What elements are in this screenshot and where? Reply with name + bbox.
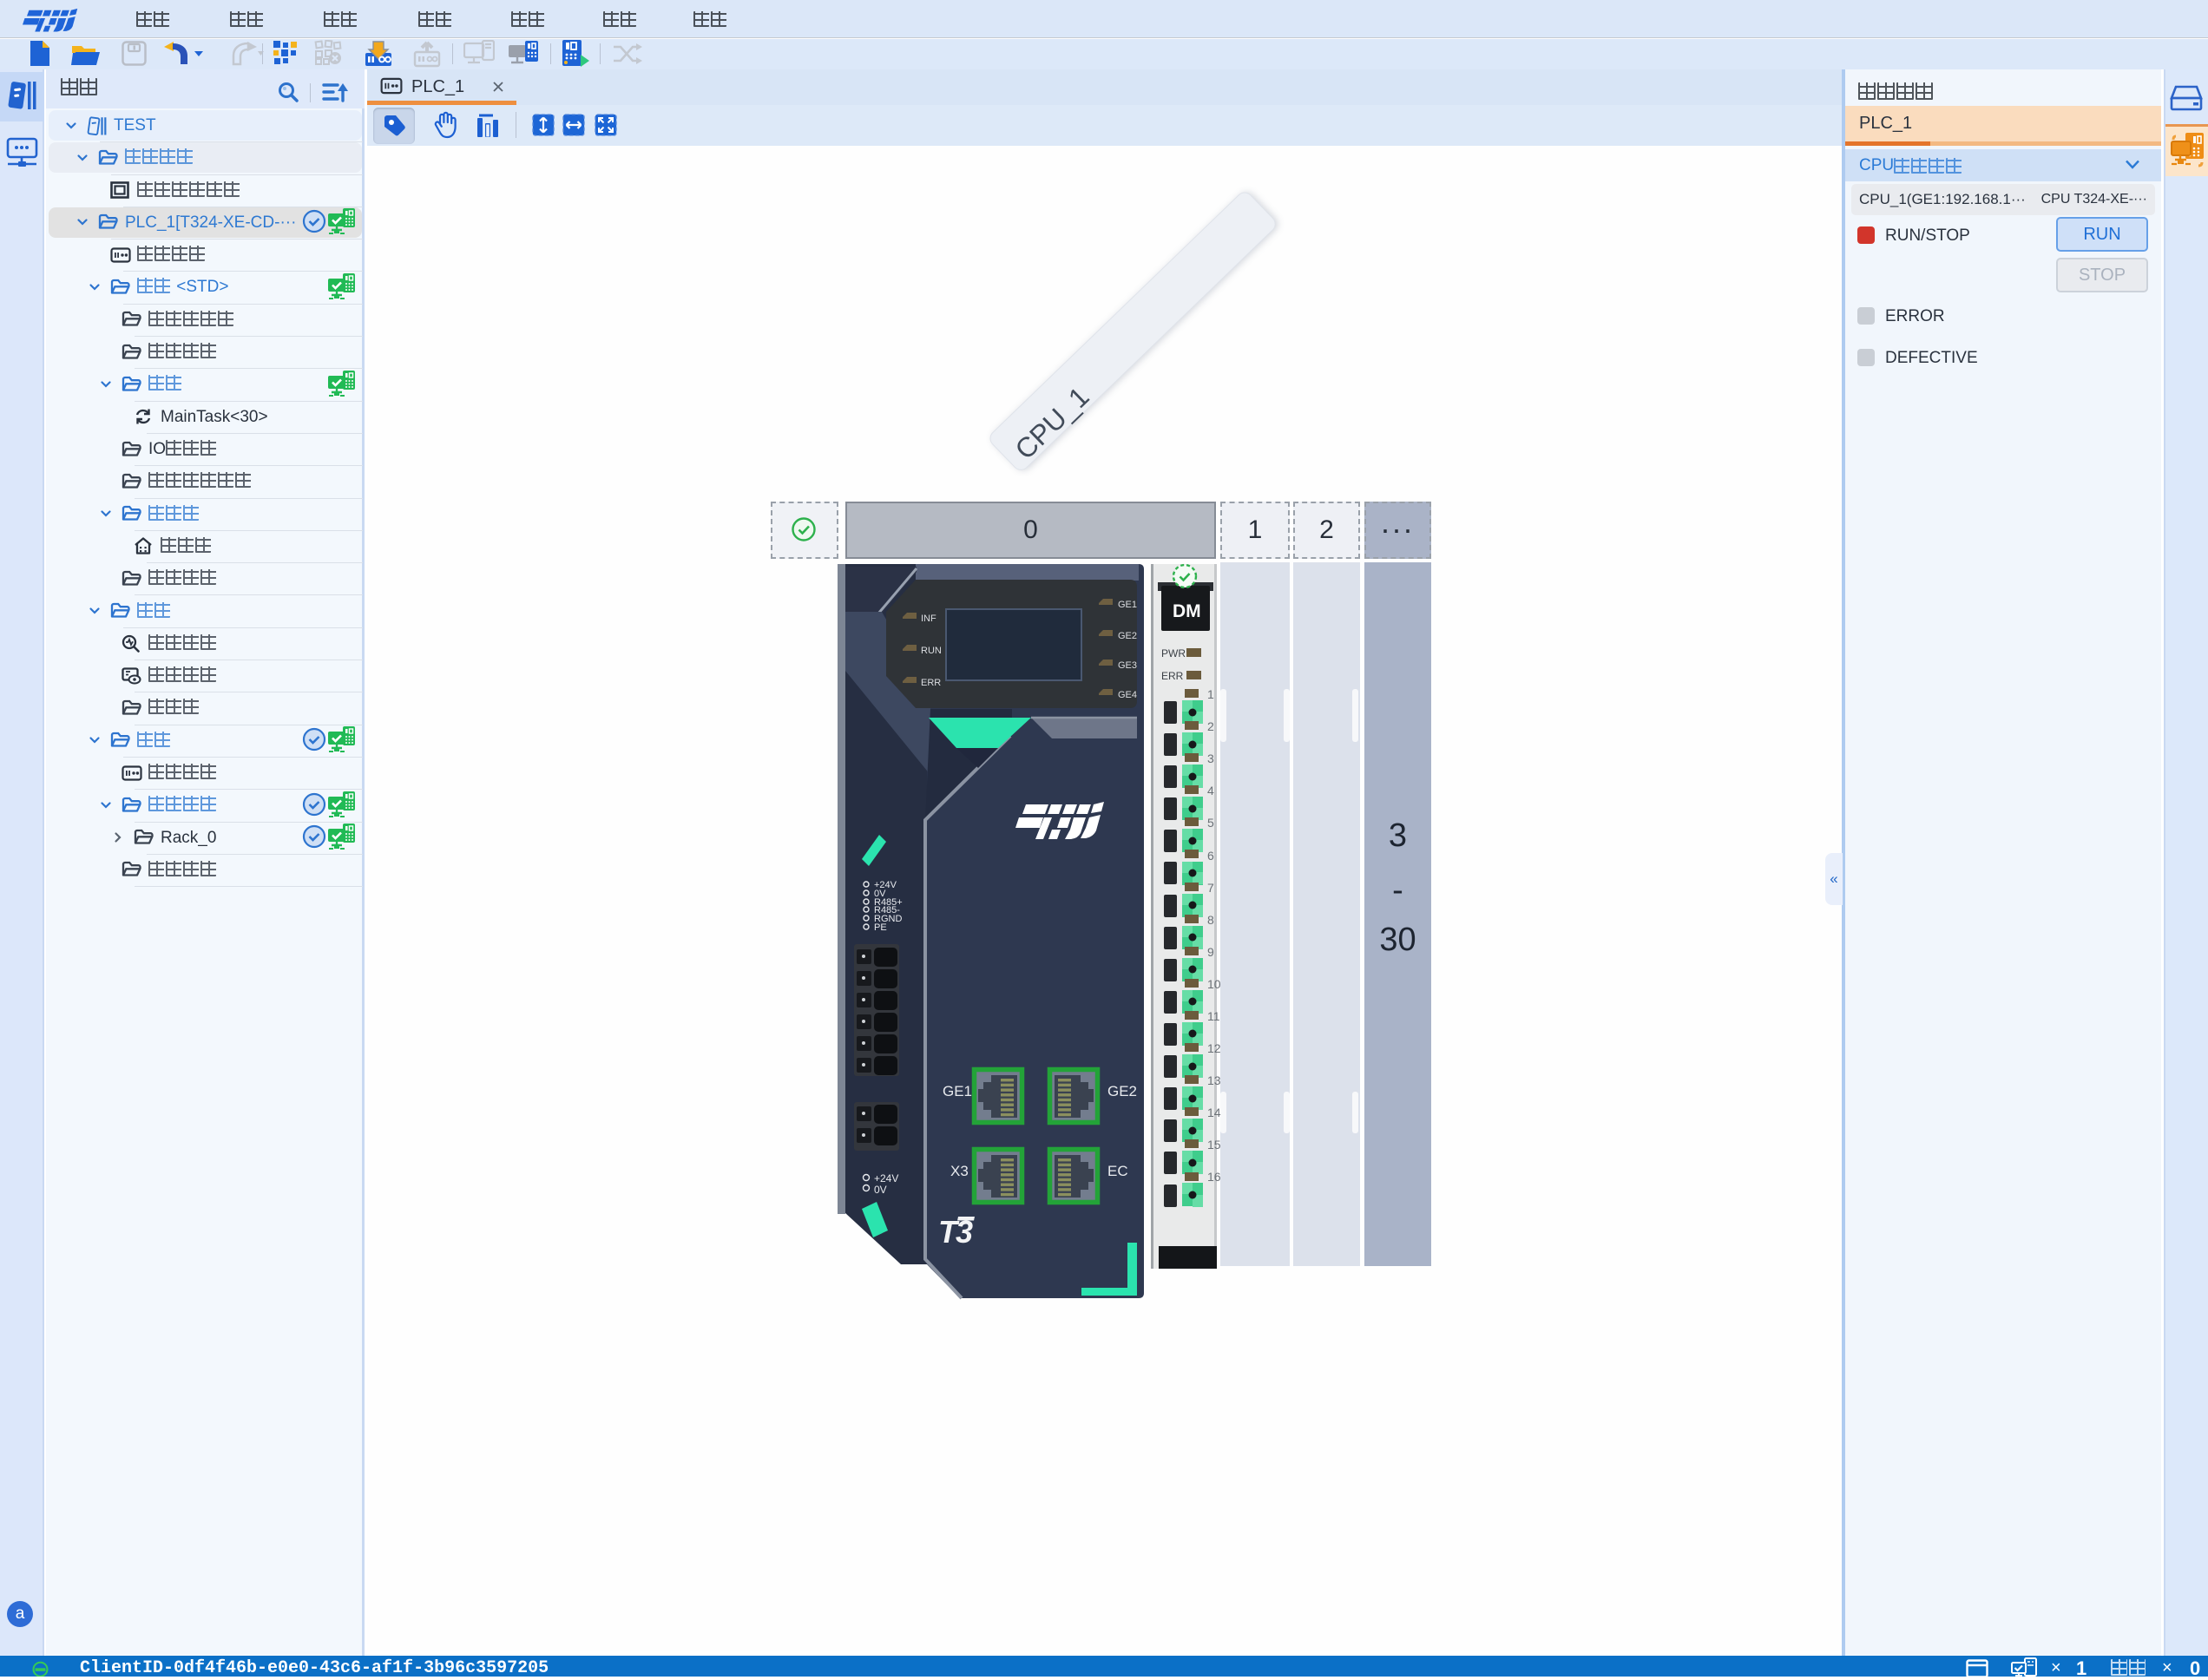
svg-text:9: 9	[1207, 945, 1214, 959]
svg-text:PWR: PWR	[1161, 647, 1186, 660]
svg-text:GE2: GE2	[1118, 631, 1137, 641]
svg-text:INF: INF	[921, 614, 936, 624]
svg-text:X3: X3	[950, 1163, 969, 1179]
svg-text:GE3: GE3	[1118, 660, 1137, 671]
svg-text:+24V: +24V	[874, 1172, 898, 1185]
svg-text:GE1: GE1	[1118, 600, 1137, 610]
svg-text:15: 15	[1207, 1138, 1221, 1152]
svg-text:EC: EC	[1107, 1163, 1128, 1179]
svg-text:7: 7	[1207, 881, 1214, 895]
svg-text:ERR: ERR	[921, 678, 941, 688]
svg-text:12: 12	[1207, 1041, 1221, 1055]
svg-text:3: 3	[1207, 751, 1214, 765]
svg-text:2: 2	[1207, 719, 1214, 733]
svg-text:DM: DM	[1173, 601, 1201, 621]
svg-text:RUN: RUN	[921, 646, 942, 656]
svg-text:6: 6	[1207, 849, 1214, 863]
svg-text:0V: 0V	[874, 1184, 887, 1196]
svg-text:8: 8	[1207, 913, 1214, 927]
svg-text:1: 1	[1207, 687, 1214, 701]
svg-text:13: 13	[1207, 1073, 1221, 1087]
svg-text:GE4: GE4	[1118, 690, 1137, 700]
svg-text:PE: PE	[874, 922, 887, 933]
svg-text:GE1: GE1	[943, 1083, 972, 1099]
svg-text:11: 11	[1207, 1009, 1220, 1023]
svg-text:ERR: ERR	[1161, 670, 1184, 682]
svg-text:14: 14	[1207, 1106, 1221, 1119]
svg-text:4: 4	[1207, 784, 1214, 797]
svg-text:5: 5	[1207, 816, 1214, 830]
svg-text:GE2: GE2	[1107, 1083, 1137, 1099]
svg-text:10: 10	[1207, 977, 1221, 991]
svg-text:16: 16	[1207, 1170, 1221, 1184]
